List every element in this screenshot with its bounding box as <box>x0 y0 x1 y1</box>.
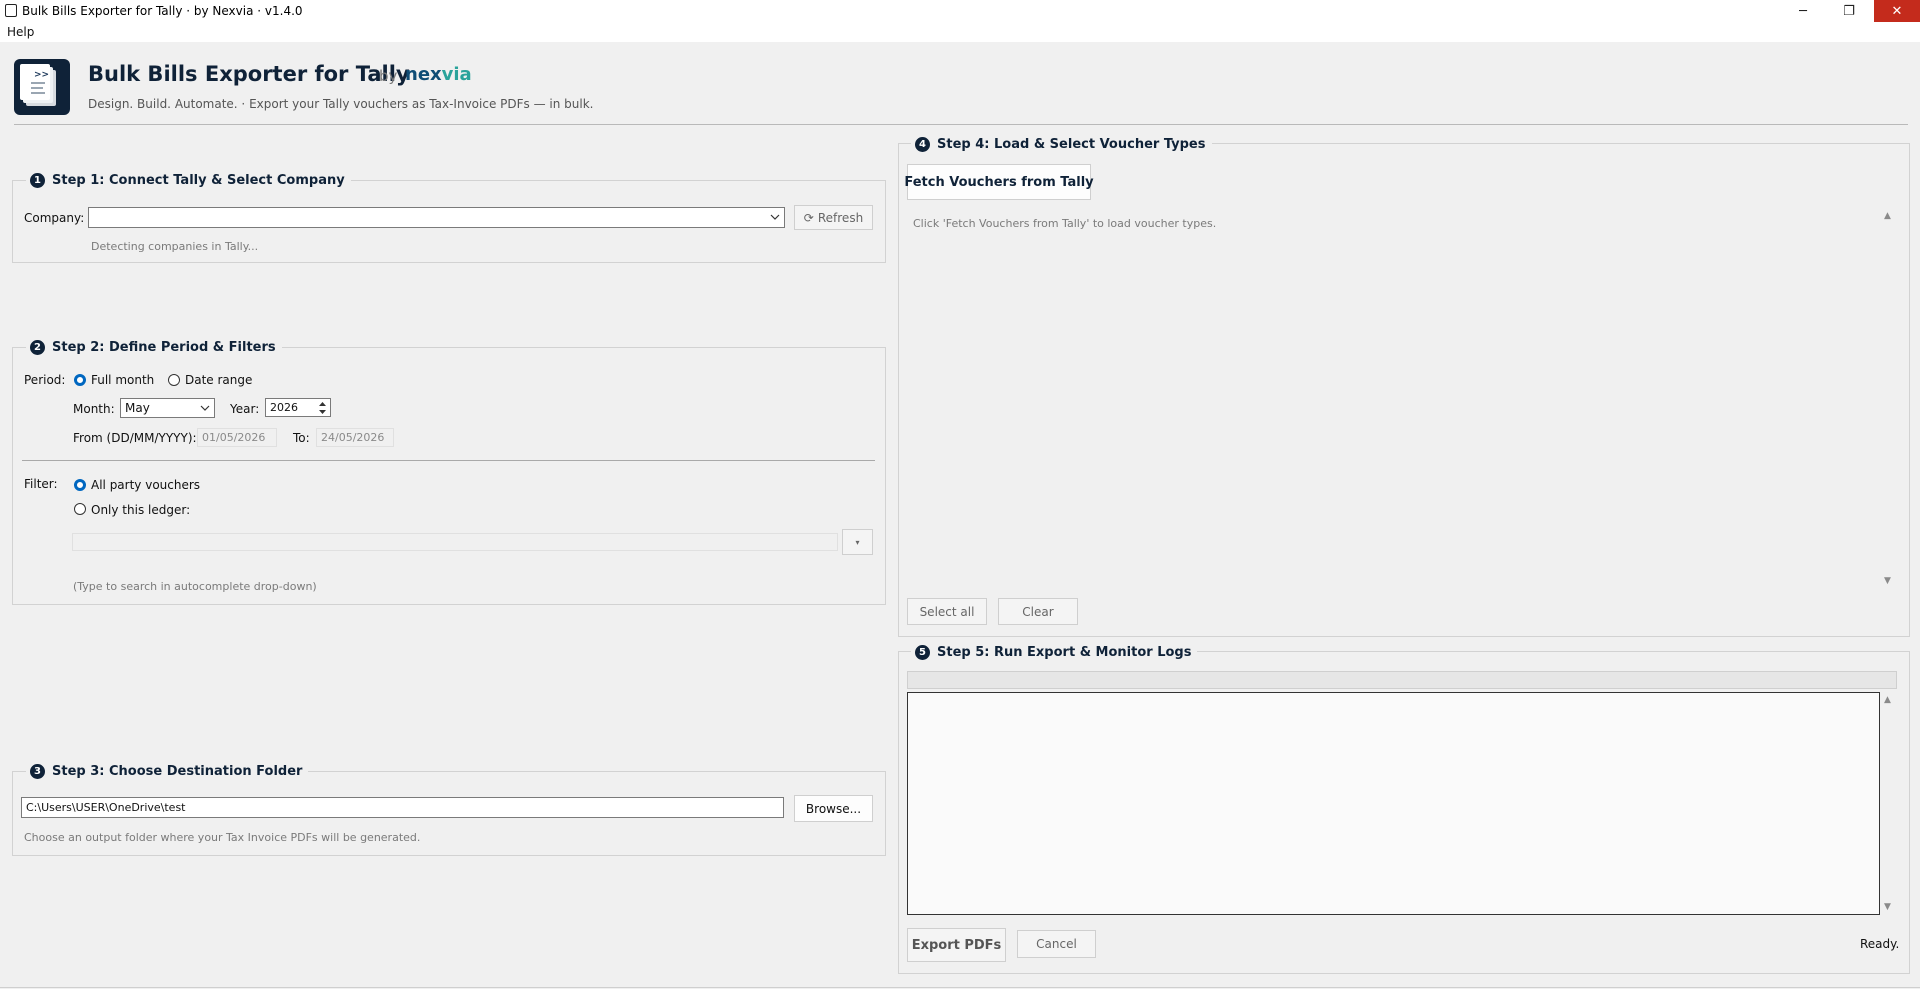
clear-button[interactable]: Clear <box>998 598 1078 625</box>
step5-title: 5 Step 5: Run Export & Monitor Logs <box>911 643 1198 661</box>
app-logo: >> <box>14 59 70 115</box>
select-all-button[interactable]: Select all <box>907 598 987 625</box>
export-progress-bar <box>907 671 1897 689</box>
menu-bar: Help <box>0 22 1920 42</box>
ledger-dropdown-button[interactable]: ▾ <box>842 529 873 555</box>
refresh-button[interactable]: ⟳ Refresh <box>794 205 873 230</box>
log-textarea[interactable] <box>907 692 1880 915</box>
destination-hint: Choose an output folder where your Tax I… <box>24 831 421 844</box>
full-month-label[interactable]: Full month <box>91 373 154 387</box>
from-date-input[interactable]: 01/05/2026 <box>197 428 277 447</box>
step3-title-text: Step 3: Choose Destination Folder <box>52 763 303 779</box>
cancel-button[interactable]: Cancel <box>1017 930 1096 958</box>
refresh-label: Refresh <box>817 210 864 225</box>
from-date-label: From (DD/MM/YYYY): <box>73 431 197 445</box>
full-month-radio[interactable] <box>74 374 86 386</box>
log-scrollbar[interactable]: ▲ ▼ <box>1878 692 1900 915</box>
app-subtitle: Design. Build. Automate. · Export your T… <box>88 97 594 111</box>
company-label: Company: <box>24 211 85 225</box>
company-status: Detecting companies in Tally... <box>91 240 259 253</box>
by-label: by <box>379 67 398 85</box>
restore-button[interactable]: ❐ <box>1826 0 1872 22</box>
menu-help[interactable]: Help <box>7 25 34 39</box>
app-window-icon <box>5 4 17 17</box>
month-select[interactable]: May <box>120 398 215 418</box>
destination-folder-input[interactable]: C:\Users\USER\OneDrive\test <box>21 797 784 818</box>
window-title: Bulk Bills Exporter for Tally · by Nexvi… <box>22 4 303 18</box>
to-date-input[interactable]: 24/05/2026 <box>316 428 394 447</box>
bottom-border <box>0 987 1920 988</box>
step5-title-text: Step 5: Run Export & Monitor Logs <box>937 644 1192 660</box>
period-label: Period: <box>24 373 66 387</box>
only-ledger-label[interactable]: Only this ledger: <box>91 503 190 517</box>
all-party-label[interactable]: All party vouchers <box>91 478 200 492</box>
export-pdfs-button[interactable]: Export PDFs <box>907 928 1006 962</box>
spin-arrows-icon[interactable] <box>318 400 327 416</box>
browse-button[interactable]: Browse... <box>794 795 873 822</box>
scroll-down-icon[interactable]: ▼ <box>1884 576 1891 586</box>
step4-title-text: Step 4: Load & Select Voucher Types <box>937 136 1206 152</box>
step5-number-badge: 5 <box>915 644 930 660</box>
date-range-label[interactable]: Date range <box>185 373 252 387</box>
step2-divider <box>22 460 875 461</box>
step4-title: 4 Step 4: Load & Select Voucher Types <box>911 135 1212 153</box>
voucher-list-hint: Click 'Fetch Vouchers from Tally' to loa… <box>913 217 1217 230</box>
scroll-up-icon[interactable]: ▲ <box>1884 211 1891 221</box>
minimize-button[interactable]: ─ <box>1780 0 1826 22</box>
date-range-radio[interactable] <box>168 374 180 386</box>
month-label: Month: <box>73 402 115 416</box>
step3-title: 3 Step 3: Choose Destination Folder <box>26 762 309 780</box>
scroll-up-icon[interactable]: ▲ <box>1884 695 1891 705</box>
scroll-down-icon[interactable]: ▼ <box>1884 902 1891 912</box>
step1-title-text: Step 1: Connect Tally & Select Company <box>52 172 345 188</box>
step3-number-badge: 3 <box>30 763 45 779</box>
close-button[interactable]: ✕ <box>1874 0 1920 22</box>
voucher-list-scrollbar[interactable]: ▲ ▼ <box>1878 208 1900 590</box>
step1-number-badge: 1 <box>30 172 45 188</box>
all-party-radio[interactable] <box>74 479 86 491</box>
month-value: May <box>125 401 150 415</box>
year-value: 2026 <box>270 401 298 414</box>
title-bar: Bulk Bills Exporter for Tally · by Nexvi… <box>0 0 1920 22</box>
step4-number-badge: 4 <box>915 136 930 152</box>
header-divider <box>14 124 1908 125</box>
brand-part-b: via <box>441 64 472 85</box>
status-text: Ready. <box>1860 937 1900 951</box>
step2-number-badge: 2 <box>30 339 45 355</box>
ledger-hint: (Type to search in autocomplete drop-dow… <box>73 580 317 593</box>
chevron-down-icon <box>200 405 210 411</box>
only-ledger-radio[interactable] <box>74 503 86 515</box>
brand-part-a: nex <box>405 64 442 85</box>
step2-title: 2 Step 2: Define Period & Filters <box>26 338 282 356</box>
brand-name: nexvia <box>405 64 472 85</box>
fetch-vouchers-button[interactable]: Fetch Vouchers from Tally <box>904 164 1094 200</box>
year-label: Year: <box>230 402 260 416</box>
app-title: Bulk Bills Exporter for Tally <box>88 62 410 86</box>
chevron-down-icon <box>770 214 780 220</box>
company-combobox[interactable] <box>88 207 785 228</box>
ledger-input[interactable] <box>72 533 838 551</box>
step1-title: 1 Step 1: Connect Tally & Select Company <box>26 171 351 189</box>
logo-arrows-icon: >> <box>34 70 50 80</box>
filter-label: Filter: <box>24 477 58 491</box>
refresh-icon: ⟳ <box>803 210 814 225</box>
year-spinbox[interactable]: 2026 <box>265 398 331 417</box>
step2-title-text: Step 2: Define Period & Filters <box>52 339 276 355</box>
to-date-label: To: <box>293 431 310 445</box>
